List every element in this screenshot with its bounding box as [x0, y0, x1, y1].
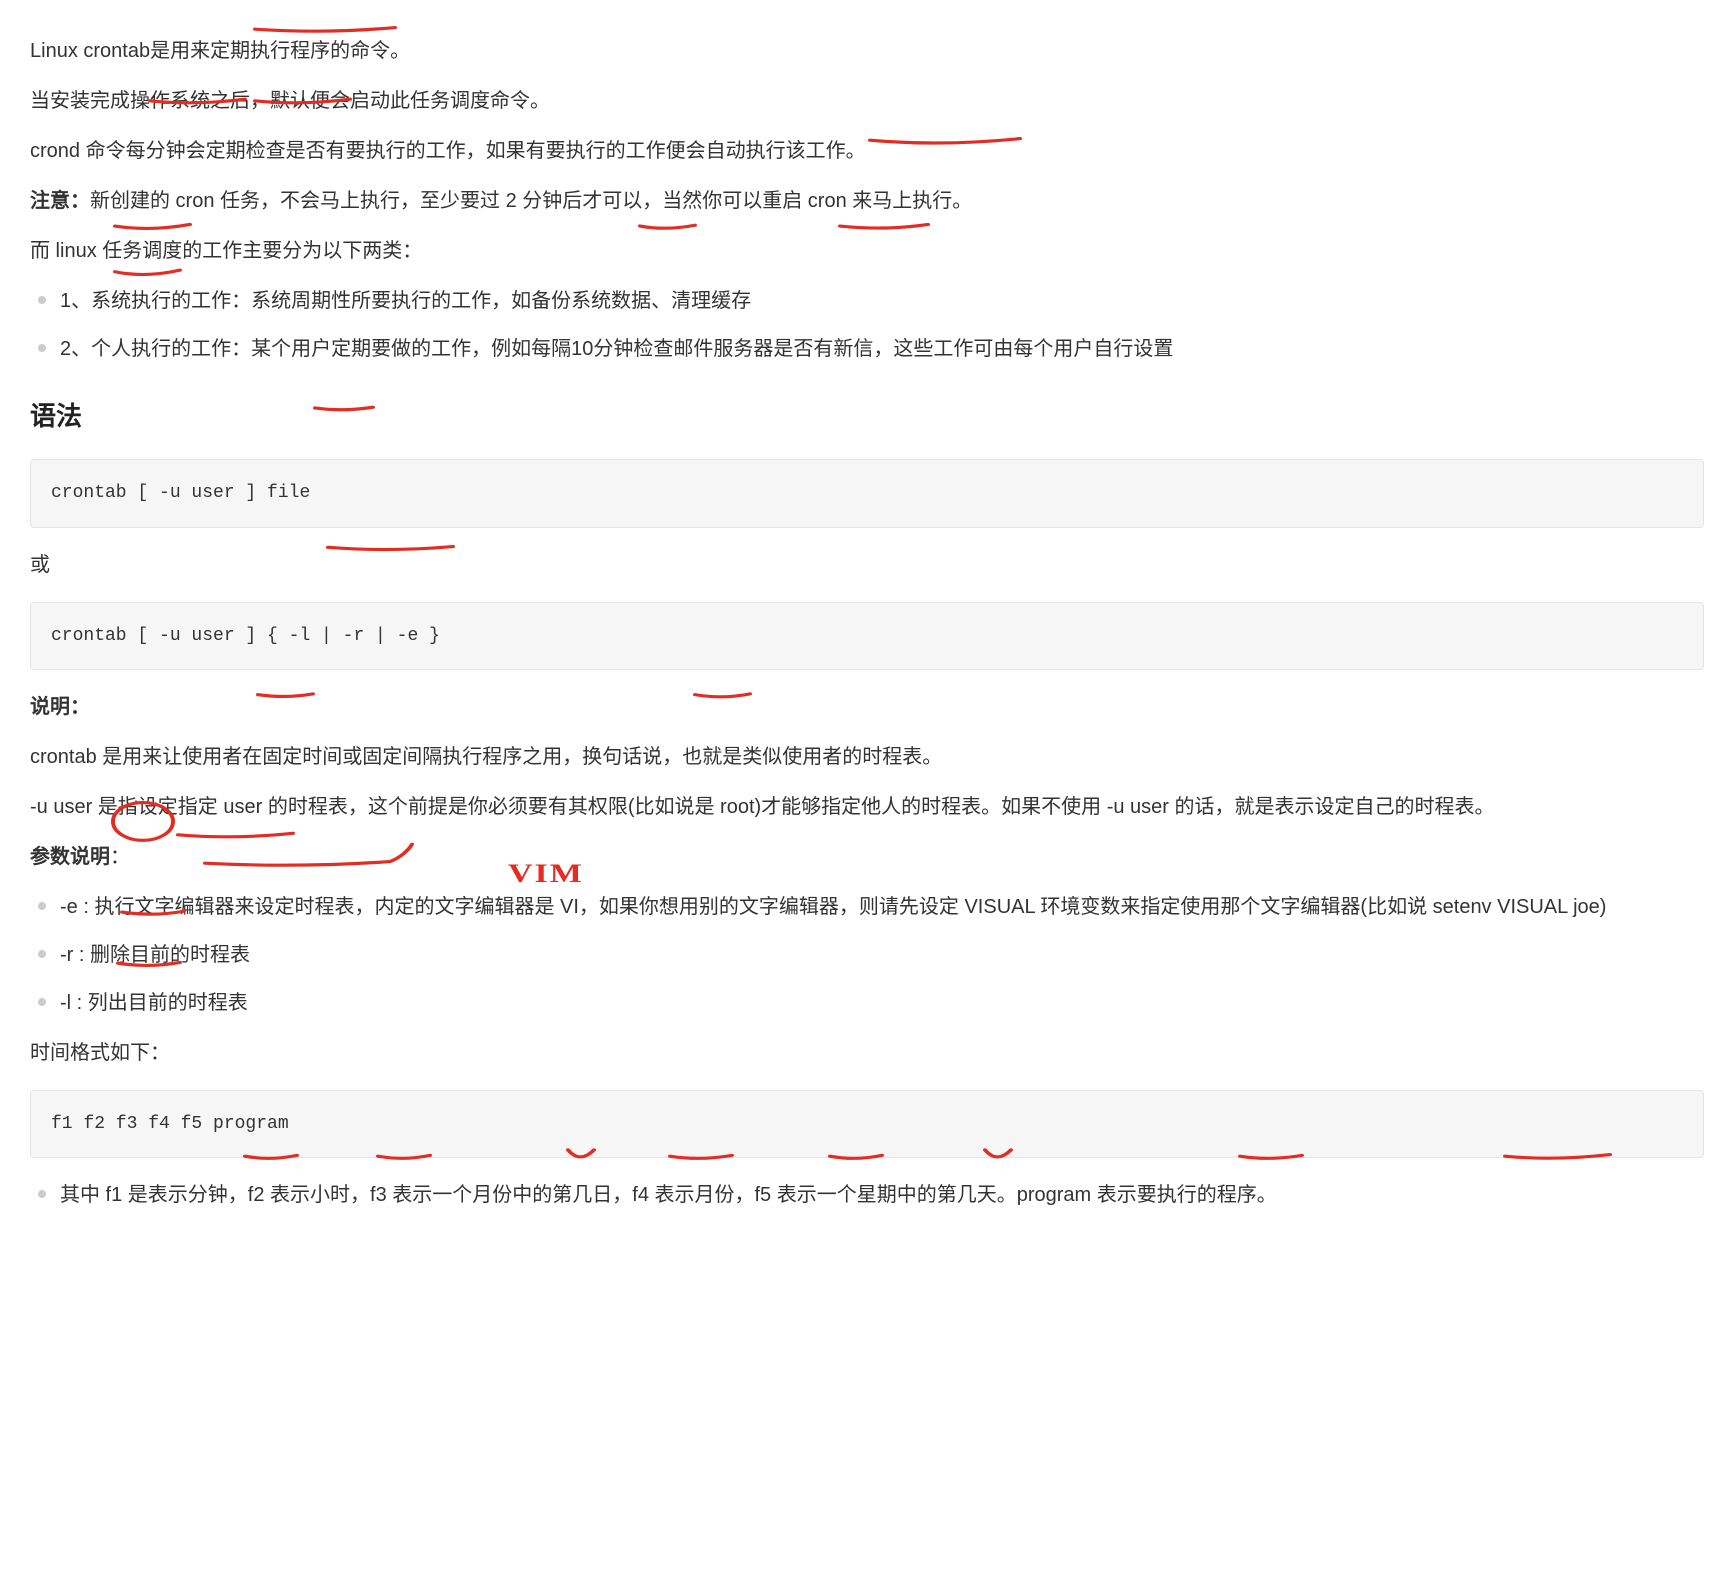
underline-periodic-exec: [255, 28, 395, 32]
list-format-explain: 其中 f1 是表示分钟，f2 表示小时，f3 表示一个月份中的第几日，f4 表示…: [30, 1176, 1704, 1214]
paragraph-param-label: 参数说明：: [30, 838, 1704, 876]
code-block-syntax-flags: crontab [ -u user ] { -l | -r | -e }: [30, 602, 1704, 670]
label-params: 参数说明: [30, 846, 110, 868]
document-body: Linux crontab是用来定期执行程序的命令。 当安装完成操作系统之后，默…: [30, 32, 1704, 1214]
text-colon: ：: [110, 846, 130, 868]
paragraph-crond-check: crond 命令每分钟会定期检查是否有要执行的工作，如果有要执行的工作便会自动执…: [30, 132, 1704, 170]
list-item-param-l: -l : 列出目前的时程表: [60, 984, 1704, 1022]
paragraph-explain-label: 说明：: [30, 688, 1704, 726]
paragraph-intro: Linux crontab是用来定期执行程序的命令。: [30, 32, 1704, 70]
paragraph-or: 或: [30, 546, 1704, 584]
paragraph-time-format-label: 时间格式如下：: [30, 1034, 1704, 1072]
text-notice-rest: 新创建的 cron 任务，不会马上执行，至少要过 2 分钟后才可以，当然你可以重…: [90, 190, 972, 212]
code-block-time-format: f1 f2 f3 f4 f5 program: [30, 1090, 1704, 1158]
paragraph-explain-crontab: crontab 是用来让使用者在固定时间或固定间隔执行程序之用，换句话说，也就是…: [30, 738, 1704, 776]
label-notice: 注意：: [30, 190, 90, 212]
list-params: -e : 执行文字编辑器来设定时程表，内定的文字编辑器是 VI，如果你想用别的文…: [30, 888, 1704, 1022]
label-explain: 说明：: [30, 696, 90, 718]
paragraph-install: 当安装完成操作系统之后，默认便会启动此任务调度命令。: [30, 82, 1704, 120]
list-item-format-fields: 其中 f1 是表示分钟，f2 表示小时，f3 表示一个月份中的第几日，f4 表示…: [60, 1176, 1704, 1214]
list-item-param-r: -r : 删除目前的时程表: [60, 936, 1704, 974]
list-item-user-task: 2、个人执行的工作：某个用户定期要做的工作，例如每隔10分钟检查邮件服务器是否有…: [60, 330, 1704, 368]
paragraph-two-types: 而 linux 任务调度的工作主要分为以下两类：: [30, 232, 1704, 270]
paragraph-notice: 注意：新创建的 cron 任务，不会马上执行，至少要过 2 分钟后才可以，当然你…: [30, 182, 1704, 220]
paragraph-explain-u-user: -u user 是指设定指定 user 的时程表，这个前提是你必须要有其权限(比…: [30, 788, 1704, 826]
list-task-types: 1、系统执行的工作：系统周期性所要执行的工作，如备份系统数据、清理缓存 2、个人…: [30, 282, 1704, 368]
list-item-param-e: -e : 执行文字编辑器来设定时程表，内定的文字编辑器是 VI，如果你想用别的文…: [60, 888, 1704, 926]
list-item-system-task: 1、系统执行的工作：系统周期性所要执行的工作，如备份系统数据、清理缓存: [60, 282, 1704, 320]
code-block-syntax-file: crontab [ -u user ] file: [30, 459, 1704, 527]
heading-syntax: 语法: [30, 392, 1704, 441]
